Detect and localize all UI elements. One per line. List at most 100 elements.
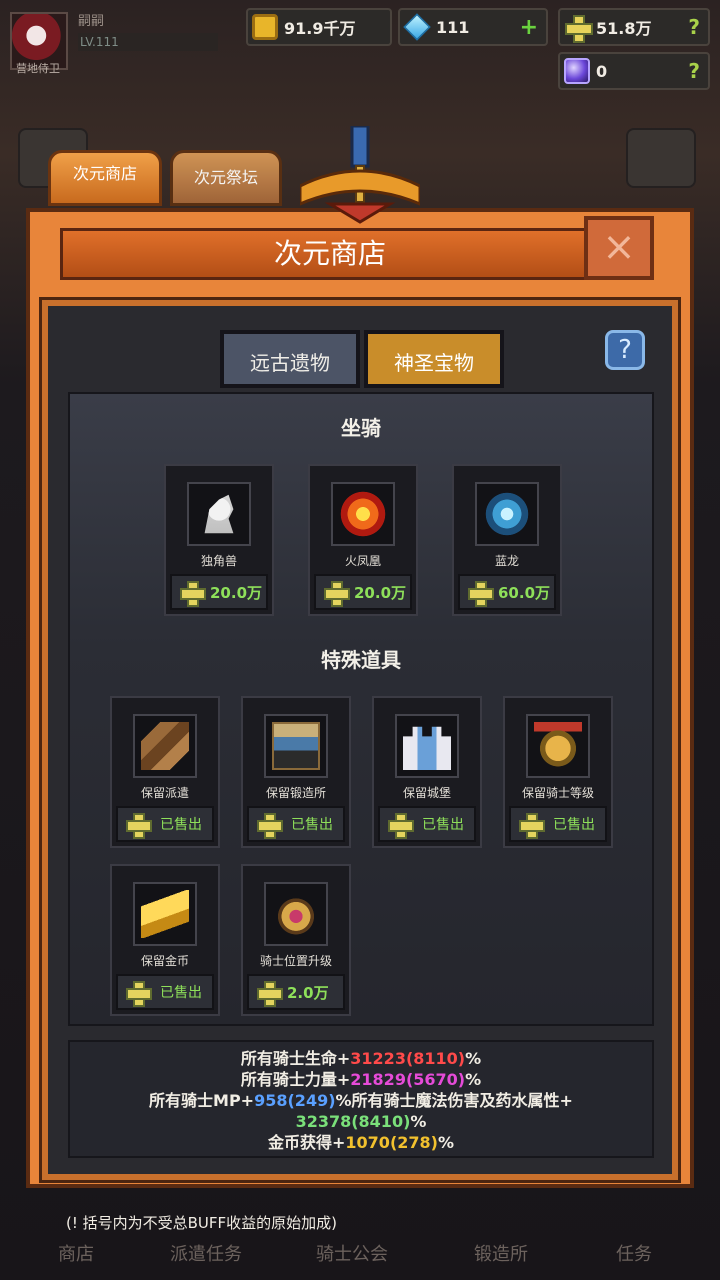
item-icon-frame (331, 482, 395, 546)
item-price: 2.0万 (287, 983, 329, 1002)
item-name: 保留金币 (140, 954, 189, 968)
item-name: 骑士位置升级 (259, 954, 332, 968)
sold-out-label: 已售出 (553, 817, 595, 833)
stat-unit: % (465, 1070, 482, 1089)
buy-button[interactable]: 60.0万 (458, 574, 556, 610)
tab-sacred-treasures[interactable]: 神圣宝物 (364, 330, 504, 388)
buy-button[interactable]: 已售出 (247, 806, 345, 842)
player-title: 营地侍卫 (16, 62, 60, 75)
stat-line-strength: 所有骑士力量+21829(5670)% (70, 1069, 652, 1090)
stat-value: 1070(278) (345, 1133, 438, 1152)
question-mark-icon: ? (618, 335, 632, 365)
item-icon-frame (395, 714, 459, 778)
buy-button[interactable]: 20.0万 (170, 574, 268, 610)
knight-helmet-icon (534, 722, 582, 770)
buff-note: (! 括号内为不受总BUFF收益的原始加成) (66, 1214, 338, 1232)
holy-cross-icon (564, 14, 593, 43)
holy-cross-icon (468, 581, 494, 607)
tab-dimension-shop[interactable]: 次元商店 (48, 150, 162, 206)
stat-line-hp: 所有骑士生命+31223(8110)% (70, 1048, 652, 1069)
stat-label: 所有骑士力量+ (240, 1070, 351, 1089)
item-icon-frame (133, 882, 197, 946)
purple-orb-icon (564, 58, 590, 84)
nav-quests[interactable]: 任务 (616, 1240, 652, 1266)
logs-icon (141, 722, 189, 770)
item-name: 独角兽 (200, 554, 237, 568)
orb-help-button[interactable]: ? (688, 59, 700, 83)
right-nav-arrow-icon[interactable] (626, 128, 696, 188)
special-item-card[interactable]: 保留派遣 已售出 (110, 696, 220, 848)
stat-unit: % (437, 1133, 454, 1152)
sold-out-label: 已售出 (422, 817, 464, 833)
sold-out-label: 已售出 (160, 817, 202, 833)
item-icon-frame (526, 714, 590, 778)
buy-button[interactable]: 已售出 (509, 806, 607, 842)
item-icon-frame (264, 714, 328, 778)
sold-out-label: 已售出 (291, 817, 333, 833)
help-button[interactable]: ? (605, 330, 645, 370)
special-item-card[interactable]: 保留锻造所 已售出 (241, 696, 351, 848)
holy-cross-icon (519, 813, 545, 839)
mount-card[interactable]: 独角兽 20.0万 (164, 464, 274, 616)
tab-ancient-relics[interactable]: 远古遗物 (220, 330, 360, 388)
nav-knight-guild[interactable]: 骑士公会 (316, 1240, 388, 1266)
item-icon-frame (187, 482, 251, 546)
item-name: 保留城堡 (402, 786, 451, 800)
stat-line-magic: 32378(8410)% (70, 1111, 652, 1132)
buy-button[interactable]: 已售出 (116, 974, 214, 1010)
special-item-card[interactable]: 骑士位置升级 2.0万 (241, 864, 351, 1016)
stat-value: 958(249) (254, 1091, 336, 1110)
player-level: LV.111 (78, 33, 218, 51)
tab-dimension-altar[interactable]: 次元祭坛 (170, 150, 282, 206)
unicorn-icon (204, 494, 234, 534)
holy-cross-icon (388, 813, 414, 839)
gold-value: 91.9千万 (284, 19, 356, 38)
special-item-card[interactable]: 保留骑士等级 已售出 (503, 696, 613, 848)
add-gems-button[interactable]: + (520, 15, 538, 40)
stat-unit: % (410, 1112, 427, 1131)
diamond-icon (403, 13, 431, 41)
item-name: 蓝龙 (494, 554, 519, 568)
screen: 嗣嗣 LV.111 营地侍卫 91.9千万 111 + 51.8万 ? 0 ? … (0, 0, 720, 1280)
holy-cross-icon (126, 813, 152, 839)
gold-coin-icon (252, 14, 278, 40)
sword-ornament-icon (300, 126, 420, 224)
stat-value: 21829(5670) (350, 1070, 466, 1089)
stat-line-gold: 金币获得+1070(278)% (70, 1132, 652, 1153)
upgrade-badge-icon (272, 890, 320, 938)
buy-button[interactable]: 2.0万 (247, 974, 345, 1010)
special-items-section-title: 特殊道具 (321, 648, 401, 672)
holy-cross-icon (257, 813, 283, 839)
buy-button[interactable]: 已售出 (378, 806, 476, 842)
item-icon-frame (264, 882, 328, 946)
window-title: 次元商店 (60, 228, 600, 280)
orb-value: 0 (596, 61, 608, 81)
forge-icon (272, 722, 320, 770)
stat-label: 金币获得+ (267, 1133, 346, 1152)
nav-shop[interactable]: 商店 (58, 1240, 94, 1266)
special-item-card[interactable]: 保留金币 已售出 (110, 864, 220, 1016)
cross-help-button[interactable]: ? (688, 15, 700, 39)
close-button[interactable]: × (584, 216, 654, 280)
close-icon: × (602, 224, 636, 270)
item-name: 火凤凰 (344, 554, 381, 568)
mount-card[interactable]: 蓝龙 60.0万 (452, 464, 562, 616)
item-price: 60.0万 (498, 583, 551, 602)
holy-cross-icon (126, 981, 152, 1007)
nav-forge[interactable]: 锻造所 (474, 1240, 528, 1266)
stat-value: 32378(8410) (295, 1112, 411, 1131)
item-name: 保留骑士等级 (521, 786, 594, 800)
special-item-card[interactable]: 保留城堡 已售出 (372, 696, 482, 848)
tab-dimension-shop-label: 次元商店 (72, 164, 137, 183)
buy-button[interactable]: 已售出 (116, 806, 214, 842)
gold-counter: 91.9千万 (246, 8, 392, 46)
stat-label: 所有骑士MP+ (149, 1091, 255, 1110)
stat-line-mp: 所有骑士MP+958(249)%所有骑士魔法伤害及药水属性+ (70, 1090, 652, 1111)
player-name: 嗣嗣 (78, 14, 105, 29)
nav-dispatch-quest[interactable]: 派遣任务 (170, 1240, 242, 1266)
holy-cross-icon (180, 581, 206, 607)
buy-button[interactable]: 20.0万 (314, 574, 412, 610)
mount-card[interactable]: 火凤凰 20.0万 (308, 464, 418, 616)
cross-value: 51.8万 (596, 19, 652, 38)
item-price: 20.0万 (210, 583, 263, 602)
